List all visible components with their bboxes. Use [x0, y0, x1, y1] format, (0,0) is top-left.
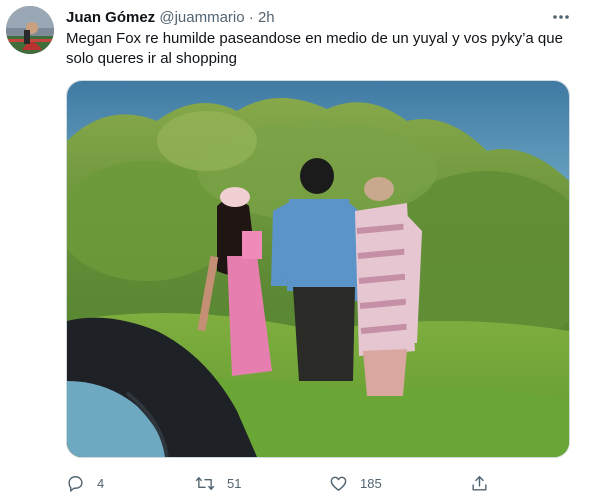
like-count: 185	[360, 475, 382, 491]
share-icon	[472, 475, 487, 491]
tweet: Juan Gómez @juammario · 2h Megan Fox re …	[0, 0, 589, 501]
reply-count: 4	[97, 475, 105, 491]
tweet-text-line-1: Megan Fox re humilde paseandose en medio…	[66, 30, 563, 47]
like-button[interactable]: 185	[329, 472, 382, 494]
retweet-count: 51	[227, 475, 242, 491]
avatar-image	[6, 6, 54, 54]
more-button[interactable]	[548, 6, 574, 28]
reply-icon	[68, 475, 83, 492]
tweet-text: Megan Fox re humilde paseandose en medio…	[66, 29, 566, 69]
retweet-button[interactable]: 51	[195, 472, 241, 494]
tweet-actions: 4 51 185	[66, 472, 496, 494]
author-name[interactable]: Juan Gómez	[66, 9, 155, 26]
more-horizontal-icon	[553, 15, 569, 19]
tweet-time[interactable]: 2h	[258, 9, 275, 26]
reply-button[interactable]: 4	[66, 472, 104, 494]
tweet-text-line-2: solo queres ir al shopping	[66, 50, 237, 67]
tweet-header: Juan Gómez @juammario · 2h	[66, 8, 275, 28]
author-handle[interactable]: @juammario	[159, 9, 244, 26]
share-button[interactable]	[470, 472, 489, 494]
heart-icon	[330, 476, 347, 491]
tweet-photo[interactable]	[66, 80, 570, 458]
separator-dot: ·	[248, 9, 254, 26]
photo-scene	[67, 81, 569, 457]
retweet-icon	[195, 476, 215, 490]
avatar[interactable]	[6, 6, 54, 54]
